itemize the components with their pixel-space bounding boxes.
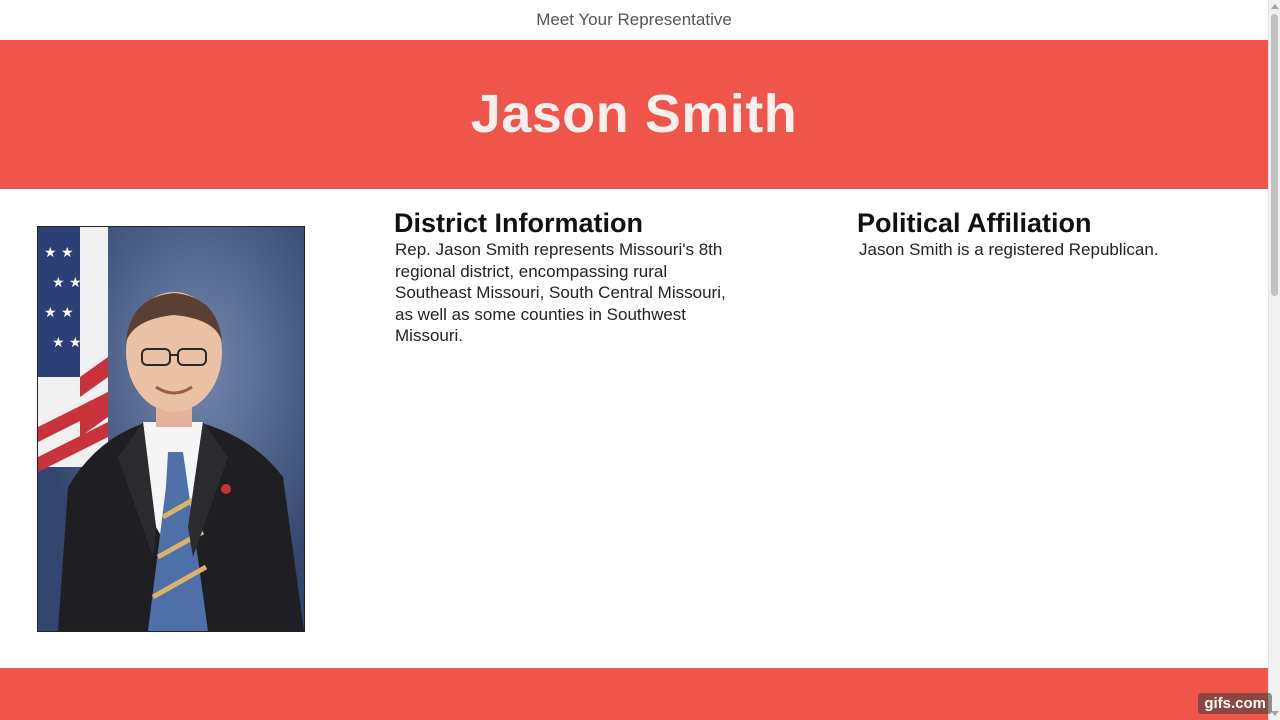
svg-text:★ ★: ★ ★ bbox=[52, 335, 82, 351]
affiliation-heading: Political Affiliation bbox=[857, 208, 1092, 238]
footer-banner bbox=[0, 668, 1268, 720]
representative-photo: ★ ★ ★ ★ ★ ★ ★ ★ bbox=[37, 226, 305, 632]
svg-text:★ ★: ★ ★ bbox=[44, 245, 74, 261]
scroll-down-icon[interactable] bbox=[1271, 711, 1279, 716]
vertical-scrollbar[interactable] bbox=[1268, 0, 1280, 720]
district-heading: District Information bbox=[394, 208, 644, 238]
watermark-label: gifs.com bbox=[1198, 693, 1272, 714]
district-description: Rep. Jason Smith represents Missouri's 8… bbox=[395, 240, 726, 345]
representative-name: Jason Smith bbox=[470, 84, 798, 144]
scroll-up-icon[interactable] bbox=[1271, 4, 1279, 9]
hero-banner: Jason Smith bbox=[0, 40, 1268, 189]
portrait-illustration: ★ ★ ★ ★ ★ ★ ★ ★ bbox=[38, 227, 304, 631]
scroll-thumb[interactable] bbox=[1271, 14, 1278, 296]
svg-text:★ ★: ★ ★ bbox=[44, 305, 74, 321]
page-title: Meet Your Representative bbox=[536, 10, 732, 29]
flag-icon: ★ ★ ★ ★ ★ ★ ★ ★ bbox=[38, 227, 108, 472]
svg-text:★ ★: ★ ★ bbox=[52, 275, 82, 291]
affiliation-description: Jason Smith is a registered Republican. bbox=[859, 240, 1159, 259]
page: Meet Your Representative Jason Smith ★ ★ bbox=[0, 0, 1280, 720]
